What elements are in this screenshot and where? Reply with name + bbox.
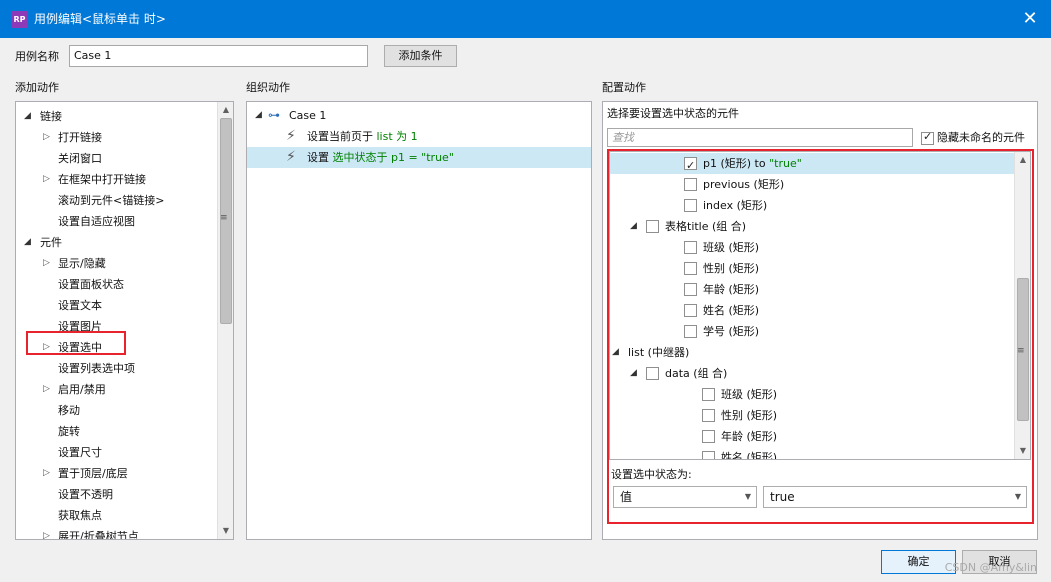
dialog-body: 用例名称 Case 1 添加条件 添加动作 组织动作 配置动作 ◢ 链接 ▷ 打开链接… xyxy=(0,38,1051,582)
expand-arrow-icon[interactable]: ◢ xyxy=(255,105,262,126)
case-label: Case 1 xyxy=(289,109,327,122)
action-tree-item[interactable]: 获取焦点 xyxy=(16,505,233,526)
case-name-input[interactable]: Case 1 xyxy=(69,45,368,67)
action-bolt-icon: ⚡ xyxy=(286,128,296,144)
highlight-configure-area xyxy=(607,149,1034,524)
action-tree-item[interactable]: ▷ 启用/禁用 xyxy=(16,379,233,400)
expand-arrow-icon[interactable]: ▷ xyxy=(43,379,50,400)
action-tree-item[interactable]: ◢ 链接 xyxy=(16,106,233,127)
scroll-down-icon[interactable]: ▼ xyxy=(218,523,233,539)
expand-arrow-icon[interactable]: ▷ xyxy=(43,526,50,539)
action-tree-label: 在框架中打开链接 xyxy=(58,173,146,186)
action-tree-item[interactable]: 设置不透明 xyxy=(16,484,233,505)
case-name-label: 用例名称 xyxy=(15,50,59,63)
scroll-up-icon[interactable]: ▲ xyxy=(218,102,233,118)
action-tree-label: 移动 xyxy=(58,404,80,417)
action-tree-label: 获取焦点 xyxy=(58,509,102,522)
action-tree-item[interactable]: 滚动到元件<锚链接> xyxy=(16,190,233,211)
collapse-arrow-icon[interactable]: ◢ xyxy=(24,232,31,253)
action-tree-label: 展开/折叠树节点 xyxy=(58,530,139,540)
action-target-text: list 为 1 xyxy=(376,130,418,143)
configure-actions-heading: 配置动作 xyxy=(602,81,646,94)
organized-action[interactable]: ⚡ 设置 选中状态于 p1 = "true" xyxy=(247,147,591,168)
expand-arrow-icon[interactable]: ▷ xyxy=(43,127,50,148)
organized-action[interactable]: ⚡ 设置当前页于 list 为 1 xyxy=(247,126,591,147)
title-bar[interactable]: RP 用例编辑<鼠标单击 时> ✕ xyxy=(0,0,1051,38)
action-text: 设置 xyxy=(307,151,333,164)
action-tree-item[interactable]: 设置面板状态 xyxy=(16,274,233,295)
action-tree-label: 设置尺寸 xyxy=(58,446,102,459)
add-condition-button[interactable]: 添加条件 xyxy=(384,45,457,67)
action-tree-item[interactable]: 设置文本 xyxy=(16,295,233,316)
add-actions-tree[interactable]: ◢ 链接 ▷ 打开链接关闭窗口 ▷ 在框架中打开链接滚动到元件<锚链接> 设置自适应视图 ◢ 元… xyxy=(15,101,234,540)
action-tree-label: 设置列表选中项 xyxy=(58,362,135,375)
action-tree-label: 设置文本 xyxy=(58,299,102,312)
action-tree-label: 打开链接 xyxy=(58,131,102,144)
action-tree-label: 关闭窗口 xyxy=(58,152,102,165)
close-icon[interactable]: ✕ xyxy=(1015,5,1045,33)
action-tree-label: 滚动到元件<锚链接> xyxy=(58,194,165,207)
case-row[interactable]: ◢ ⊶ Case 1 xyxy=(247,105,591,126)
action-tree-label: 设置不透明 xyxy=(58,488,113,501)
scroll-grip-icon: ≡ xyxy=(220,213,228,223)
actions-scrollbar[interactable]: ▲ ≡ ▼ xyxy=(217,102,233,539)
select-widgets-label: 选择要设置选中状态的元件 xyxy=(607,107,739,120)
action-tree-label: 旋转 xyxy=(58,425,80,438)
action-tree-item[interactable]: 设置列表选中项 xyxy=(16,358,233,379)
highlight-set-selected xyxy=(26,331,126,355)
action-tree-label: 显示/隐藏 xyxy=(58,257,106,270)
action-bolt-icon: ⚡ xyxy=(286,149,296,165)
expand-arrow-icon[interactable]: ▷ xyxy=(43,169,50,190)
action-tree-item[interactable]: ▷ 置于顶层/底层 xyxy=(16,463,233,484)
case-icon: ⊶ xyxy=(268,108,280,122)
action-tree-item[interactable]: 移动 xyxy=(16,400,233,421)
action-tree-item[interactable]: 关闭窗口 xyxy=(16,148,233,169)
action-tree-label: 设置面板状态 xyxy=(58,278,124,291)
action-tree-item[interactable]: ▷ 显示/隐藏 xyxy=(16,253,233,274)
action-target-text: 选中状态于 p1 = "true" xyxy=(332,151,454,164)
action-tree-item[interactable]: ◢ 元件 xyxy=(16,232,233,253)
hide-unnamed-label: 隐藏未命名的元件 xyxy=(937,131,1025,144)
collapse-arrow-icon[interactable]: ◢ xyxy=(24,106,31,127)
expand-arrow-icon[interactable]: ▷ xyxy=(43,253,50,274)
action-tree-label: 置于顶层/底层 xyxy=(58,467,128,480)
action-tree-label: 设置自适应视图 xyxy=(58,215,135,228)
watermark: CSDN @Amy&lin xyxy=(944,561,1037,574)
organize-actions-tree[interactable]: ◢ ⊶ Case 1 ⚡ 设置当前页于 list 为 1 ⚡ 设置 选中状态于 p1 … xyxy=(246,101,592,540)
organize-actions-heading: 组织动作 xyxy=(246,81,290,94)
action-tree-item[interactable]: ▷ 展开/折叠树节点 xyxy=(16,526,233,540)
window-title: 用例编辑<鼠标单击 时> xyxy=(34,12,166,26)
expand-arrow-icon[interactable]: ▷ xyxy=(43,463,50,484)
action-tree-label: 启用/禁用 xyxy=(58,383,106,396)
hide-unnamed-checkbox[interactable] xyxy=(921,130,934,145)
action-tree-label: 链接 xyxy=(40,110,62,123)
action-tree-item[interactable]: 旋转 xyxy=(16,421,233,442)
app-icon: RP xyxy=(11,11,28,28)
add-actions-heading: 添加动作 xyxy=(15,81,59,94)
action-text: 设置当前页于 xyxy=(307,130,377,143)
action-tree-item[interactable]: ▷ 在框架中打开链接 xyxy=(16,169,233,190)
widget-search-input[interactable]: 查找 xyxy=(607,128,913,147)
action-tree-item[interactable]: 设置自适应视图 xyxy=(16,211,233,232)
action-tree-label: 元件 xyxy=(40,236,62,249)
action-tree-item[interactable]: ▷ 打开链接 xyxy=(16,127,233,148)
action-tree-item[interactable]: 设置尺寸 xyxy=(16,442,233,463)
